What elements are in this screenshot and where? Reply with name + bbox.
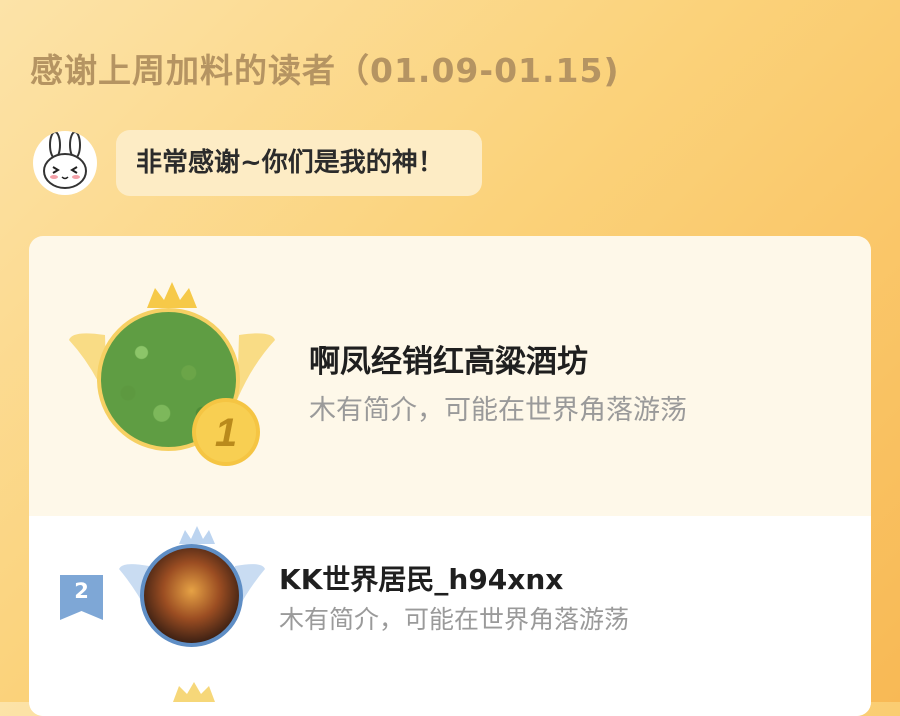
reader-list: 1 啊凤经销红高粱酒坊 木有简介，可能在世界角落游荡 2 KK世界居民_h94x… <box>29 236 871 716</box>
crown-icon <box>147 282 197 308</box>
svg-text:1: 1 <box>215 411 237 455</box>
list-item[interactable]: 1 啊凤经销红高粱酒坊 木有简介，可能在世界角落游荡 <box>29 236 871 516</box>
rank-2-badge: 2 <box>60 575 103 620</box>
reader-name[interactable]: 啊凤经销红高粱酒坊 <box>309 336 588 381</box>
rabbit-icon <box>33 131 97 195</box>
crown-icon <box>173 682 215 702</box>
page-title: 感谢上周加料的读者（01.09-01.15) <box>30 51 620 90</box>
reader-name[interactable]: KK世界居民_h94xnx <box>279 558 563 598</box>
thanks-message: 非常感谢~你们是我的神！ <box>116 130 482 196</box>
rank-1-badge-icon: 1 <box>192 398 260 466</box>
reader-bio: 木有简介，可能在世界角落游荡 <box>309 395 687 426</box>
reader-bio: 木有简介，可能在世界角落游荡 <box>279 605 630 634</box>
avatar[interactable] <box>140 544 243 647</box>
crown-icon <box>179 526 215 544</box>
